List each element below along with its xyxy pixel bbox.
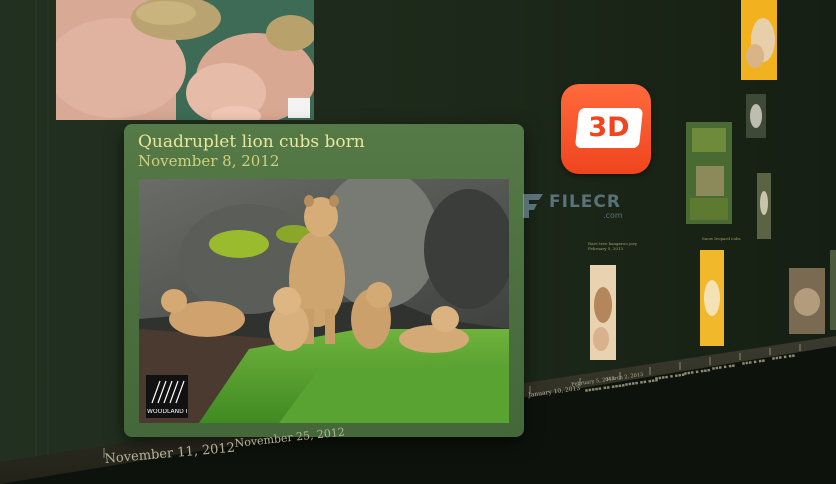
- wall-photo-top-right[interactable]: [741, 0, 777, 80]
- zoo-logo: WOODLAND PARK ZOO: [146, 375, 188, 418]
- watermark-text: FILECR: [549, 192, 621, 212]
- timeline-3d-view: ▪▪▪▪▪ ▪▪ ▪▪▪▪ ▪▪▪▪ ▪▪ ▪▪▪ ▪▪▪▪ ▪ ▪▪▪ ▪▪▪…: [0, 0, 836, 484]
- wall-caption-1: Rare tree kangaroo joey February 5, 2013: [588, 241, 637, 251]
- card-date: November 8, 2012: [138, 152, 280, 170]
- watermark-sub: .com: [603, 211, 623, 220]
- wall-photo-leaves[interactable]: [686, 122, 732, 224]
- watermark-logo-icon: [523, 194, 543, 218]
- wall-photo-kangaroo[interactable]: [590, 265, 616, 360]
- wall-photo-yellow[interactable]: [700, 250, 724, 346]
- zoo-logo-text: WOODLAND PARK ZOO: [147, 409, 187, 415]
- wall-caption-2: Snow leopard cubs: [702, 236, 741, 241]
- featured-event-card[interactable]: Quadruplet lion cubs born November 8, 20…: [124, 124, 524, 437]
- 3d-badge[interactable]: 3D: [561, 84, 651, 174]
- wall-caption-title: Snow leopard cubs: [702, 236, 741, 241]
- wall-photo-animals[interactable]: [789, 268, 825, 334]
- 3d-badge-plate: 3D: [574, 108, 644, 148]
- wall-photo-small-1[interactable]: [757, 173, 771, 239]
- wall-caption-subtitle: February 5, 2013: [588, 246, 624, 251]
- wall-photo-monkey[interactable]: [746, 94, 766, 138]
- wall-photo-edge[interactable]: [830, 250, 836, 330]
- tortoise-photo[interactable]: [56, 0, 314, 120]
- lion-cubs-photo[interactable]: WOODLAND PARK ZOO: [139, 179, 509, 423]
- watermark: FILECR .com: [517, 189, 627, 225]
- 3d-badge-label: 3D: [588, 112, 630, 143]
- card-title: Quadruplet lion cubs born: [138, 132, 365, 152]
